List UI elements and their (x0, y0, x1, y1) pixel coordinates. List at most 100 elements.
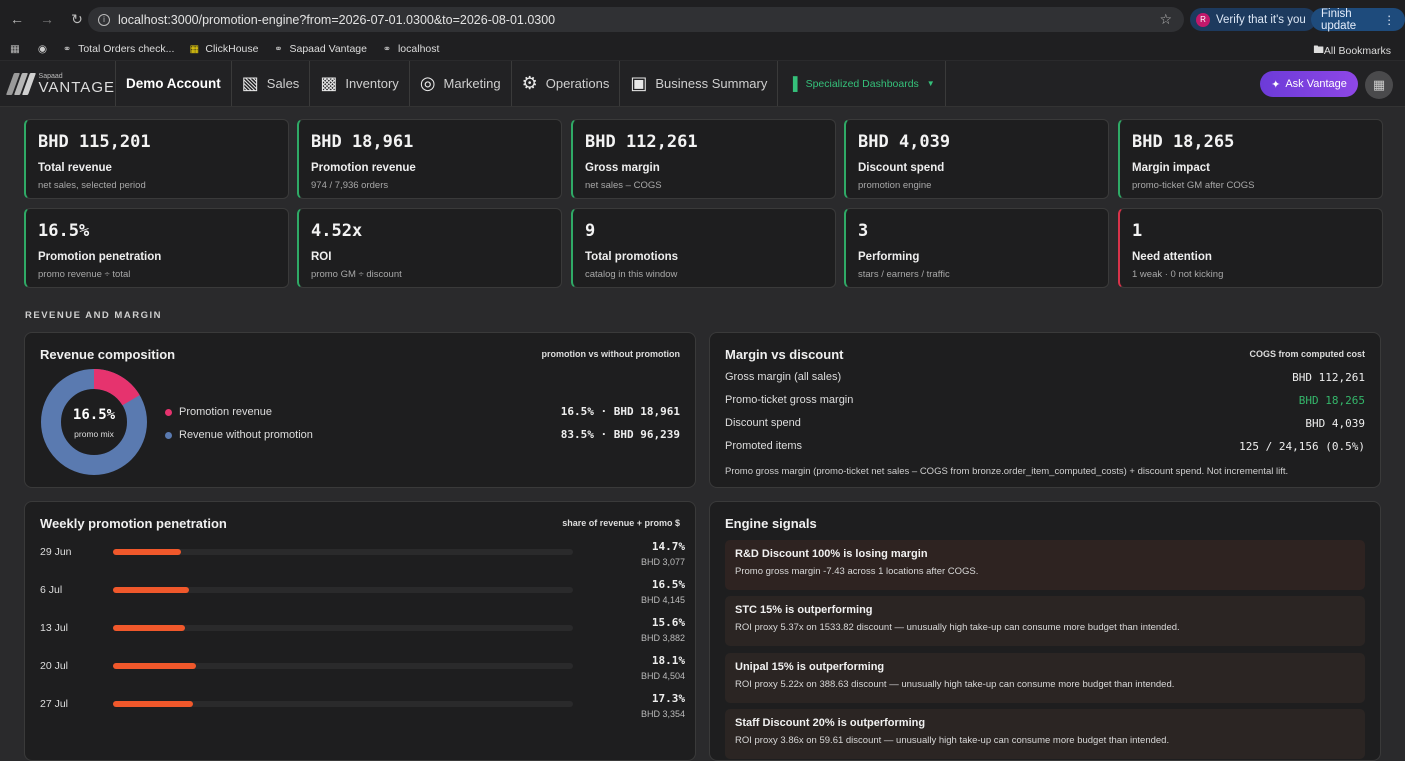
more-vert-icon: ⋮ (1383, 14, 1396, 27)
row-value: BHD 4,039 (1305, 417, 1365, 430)
kpi-sub: stars / earners / traffic (858, 269, 950, 280)
panel-title: Revenue composition (40, 347, 176, 362)
margin-row: Promoted items 125 / 24,156 (0.5%) (725, 440, 1365, 453)
browser-toolbar: ← → ↻ i localhost:3000/promotion-engine?… (0, 0, 1405, 38)
signal-card[interactable]: Staff Discount 20% is outperforming ROI p… (725, 709, 1365, 759)
nav-label: Sales (266, 76, 300, 91)
app-header: Sapaad VANTAGE Demo Account ▧ Sales ▩ Inve… (0, 61, 1405, 107)
week-amount: BHD 4,504 (640, 671, 685, 681)
bookmark-total-orders[interactable]: ⚭ Total Orders check... (61, 43, 175, 55)
donut-center-value: 16.5% (72, 407, 116, 423)
row-value: 125 / 24,156 (0.5%) (1239, 440, 1365, 453)
week-row: 27 Jul 17.3% BHD 3,354 (40, 692, 685, 726)
nav-inventory[interactable]: ▩ Inventory (310, 61, 410, 106)
kpi-value: BHD 18,961 (311, 132, 414, 152)
verify-identity-button[interactable]: R Verify that it's you (1190, 8, 1316, 31)
margin-row: Discount spend BHD 4,039 (725, 417, 1365, 430)
signal-card[interactable]: Unipal 15% is outperforming ROI proxy 5.2… (725, 653, 1365, 703)
ask-vantage-button[interactable]: ✦ Ask Vantage (1260, 71, 1358, 97)
kpi-label: Total revenue (38, 162, 112, 174)
kpi-sub: catalog in this window (585, 269, 678, 280)
ask-vantage-label: Ask Vantage (1285, 78, 1347, 90)
sales-icon: ▧ (241, 73, 259, 93)
legend-label: Revenue without promotion (179, 429, 313, 441)
inventory-icon: ▩ (320, 73, 338, 93)
kpi-card: 3 Performing stars / earners / traffic (844, 208, 1109, 288)
legend-swatch (165, 408, 172, 416)
week-row: 6 Jul 16.5% BHD 4,145 (40, 578, 685, 612)
kpi-label: Promotion revenue (311, 162, 416, 174)
week-label: 20 Jul (40, 660, 69, 672)
kpi-card: BHD 112,261 Gross margin net sales – COGS (571, 119, 836, 199)
nav-operations[interactable]: ⚙ Operations (512, 61, 621, 106)
bookmark-clickhouse[interactable]: ▦ ClickHouse (188, 43, 259, 55)
signal-card[interactable]: R&D Discount 100% is losing margin Promo … (725, 540, 1365, 590)
kpi-sub: promo GM ÷ discount (311, 269, 402, 280)
all-bookmarks-button[interactable]: 🖿 All Bookmarks (1313, 42, 1391, 60)
finish-update-button[interactable]: Finish update ⋮ (1311, 8, 1405, 32)
kpi-value: BHD 115,201 (38, 132, 151, 152)
kpi-sub: net sales – COGS (585, 180, 662, 191)
globe-icon: ⚭ (274, 43, 283, 55)
week-amount: BHD 3,882 (640, 633, 685, 643)
revenue-composition-panel: Revenue composition promotion vs without… (24, 332, 696, 488)
bar-chart-icon: ▐ (788, 76, 798, 91)
briefcase-icon: ▣ (630, 73, 648, 93)
penetration-track (113, 549, 573, 555)
penetration-track (113, 701, 573, 707)
site-info-icon[interactable]: i (98, 13, 110, 26)
legend-value: 16.5% · BHD 18,961 (560, 405, 680, 418)
profile-avatar: R (1196, 12, 1210, 27)
penetration-track (113, 587, 573, 593)
legend-promotion-revenue: Promotion revenue (165, 406, 272, 418)
nav-label: Specialized Dashboards (805, 77, 919, 90)
bookmark-star-icon[interactable]: ☆ (1159, 11, 1172, 28)
gears-icon: ⚙ (521, 73, 538, 93)
bookmarks-bar: ▦ ◉ ⚭ Total Orders check... ▦ ClickHouse ⚭… (0, 38, 1405, 60)
back-arrow-icon[interactable]: ← (4, 6, 30, 32)
logo-big-text: VANTAGE (38, 78, 115, 96)
kpi-card: 9 Total promotions catalog in this window (571, 208, 836, 288)
reload-icon[interactable]: ↻ (64, 6, 90, 32)
kpi-sub: 1 weak · 0 not kicking (1132, 269, 1224, 280)
kpi-value: 4.52x (311, 221, 363, 241)
panel-title: Weekly promotion penetration (40, 516, 227, 531)
bookmark-sapaad-vantage[interactable]: ⚭ Sapaad Vantage (273, 43, 367, 55)
margin-row: Gross margin (all sales) BHD 112,261 (725, 371, 1365, 384)
account-name[interactable]: Demo Account (116, 61, 232, 106)
penetration-bar (113, 701, 193, 707)
nav-sales[interactable]: ▧ Sales (232, 61, 311, 106)
bookmark-localhost[interactable]: ⚭ localhost (381, 43, 440, 55)
week-pct: 14.7% (651, 540, 685, 553)
panel-title: Margin vs discount (725, 347, 844, 362)
weekly-penetration-panel: Weekly promotion penetration share of re… (24, 501, 696, 761)
engine-signals-panel: Engine signals R&D Discount 100% is losi… (709, 501, 1381, 761)
kpi-label: Discount spend (858, 162, 945, 174)
github-icon[interactable]: ◉ (38, 43, 47, 55)
week-label: 27 Jul (40, 698, 69, 710)
kpi-card: 4.52x ROI promo GM ÷ discount (297, 208, 562, 288)
kpi-card: 1 Need attention 1 weak · 0 not kicking (1118, 208, 1383, 288)
globe-icon: ⚭ (382, 43, 392, 55)
apps-grid-icon[interactable]: ▦ (10, 43, 20, 55)
signal-card[interactable]: STC 15% is outperforming ROI proxy 5.37x … (725, 596, 1365, 646)
nav-business-summary[interactable]: ▣ Business Summary (620, 61, 779, 106)
target-icon: ◎ (419, 73, 436, 93)
kpi-sub: 974 / 7,936 orders (311, 180, 389, 191)
signal-title: Unipal 15% is outperforming (735, 661, 885, 673)
week-row: 29 Jun 14.7% BHD 3,077 (40, 540, 685, 574)
penetration-bar (113, 549, 181, 555)
kpi-card: BHD 18,265 Margin impact promo-ticket GM a… (1118, 119, 1383, 199)
nav-specialized-dashboards[interactable]: ▐ Specialized Dashboards ▼ (778, 61, 946, 106)
bookmark-label: localhost (397, 43, 440, 55)
vantage-logo[interactable]: Sapaad VANTAGE (0, 61, 116, 106)
app-launcher-icon[interactable]: ▦ (1365, 71, 1393, 99)
kpi-label: Performing (858, 251, 920, 263)
signal-title: R&D Discount 100% is losing margin (735, 548, 928, 560)
caret-down-icon: ▼ (926, 79, 935, 88)
forward-arrow-icon[interactable]: → (34, 6, 60, 32)
bookmark-label: Sapaad Vantage (289, 43, 367, 55)
bookmark-label: Total Orders check... (78, 43, 175, 55)
nav-marketing[interactable]: ◎ Marketing (410, 61, 512, 106)
address-bar[interactable]: i localhost:3000/promotion-engine?from=2… (88, 7, 1184, 32)
